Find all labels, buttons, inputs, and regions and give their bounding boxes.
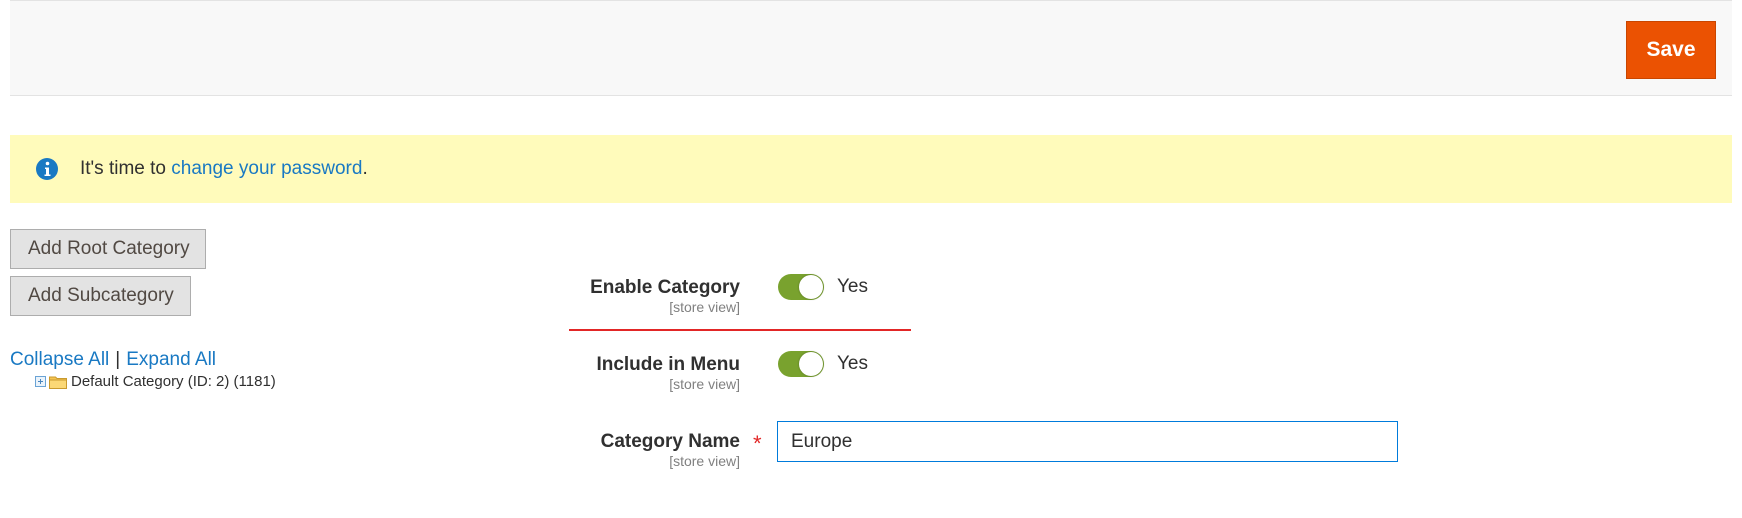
highlight-underline	[569, 329, 911, 331]
tree-links-separator: |	[115, 349, 121, 370]
toggle-knob	[799, 352, 823, 376]
page: Save It's time to change your password. …	[0, 0, 1742, 518]
change-password-link[interactable]: change your password	[171, 158, 362, 179]
include-in-menu-label: Include in Menu [store view]	[596, 354, 740, 392]
notice-text-prefix: It's time to	[80, 158, 172, 179]
info-icon	[36, 158, 58, 180]
toggle-knob	[799, 275, 823, 299]
include-in-menu-toggle[interactable]	[778, 351, 824, 377]
notice-text-suffix: .	[362, 158, 368, 179]
password-notice: It's time to change your password.	[10, 135, 1732, 203]
enable-category-label: Enable Category [store view]	[590, 277, 740, 315]
enable-category-scope: [store view]	[669, 299, 740, 315]
plus-icon[interactable]	[35, 376, 46, 387]
required-asterisk: *	[753, 431, 762, 456]
category-name-label: Category Name [store view]	[601, 431, 740, 469]
add-root-category-button[interactable]: Add Root Category	[10, 229, 206, 269]
tree-node-label: Default Category (ID: 2) (1181)	[71, 373, 276, 390]
enable-category-label-text: Enable Category	[590, 277, 740, 298]
category-name-input[interactable]	[777, 421, 1398, 462]
include-in-menu-value: Yes	[837, 353, 868, 374]
folder-icon	[49, 376, 67, 389]
enable-category-value: Yes	[837, 276, 868, 297]
page-actions-bar: Save	[10, 0, 1732, 96]
category-name-label-text: Category Name	[600, 431, 740, 452]
category-name-scope: [store view]	[669, 453, 740, 469]
save-button[interactable]: Save	[1626, 21, 1716, 79]
include-in-menu-scope: [store view]	[669, 376, 740, 392]
enable-category-toggle[interactable]	[778, 274, 824, 300]
notice-message: It's time to change your password.	[80, 158, 368, 180]
collapse-all-link[interactable]: Collapse All	[10, 349, 109, 370]
expand-all-link[interactable]: Expand All	[126, 349, 216, 370]
include-in-menu-label-text: Include in Menu	[596, 354, 740, 375]
add-subcategory-button[interactable]: Add Subcategory	[10, 276, 191, 316]
tree-node-default-category[interactable]: Default Category (ID: 2) (1181)	[35, 373, 276, 390]
tree-controls: Collapse All | Expand All	[10, 349, 216, 371]
